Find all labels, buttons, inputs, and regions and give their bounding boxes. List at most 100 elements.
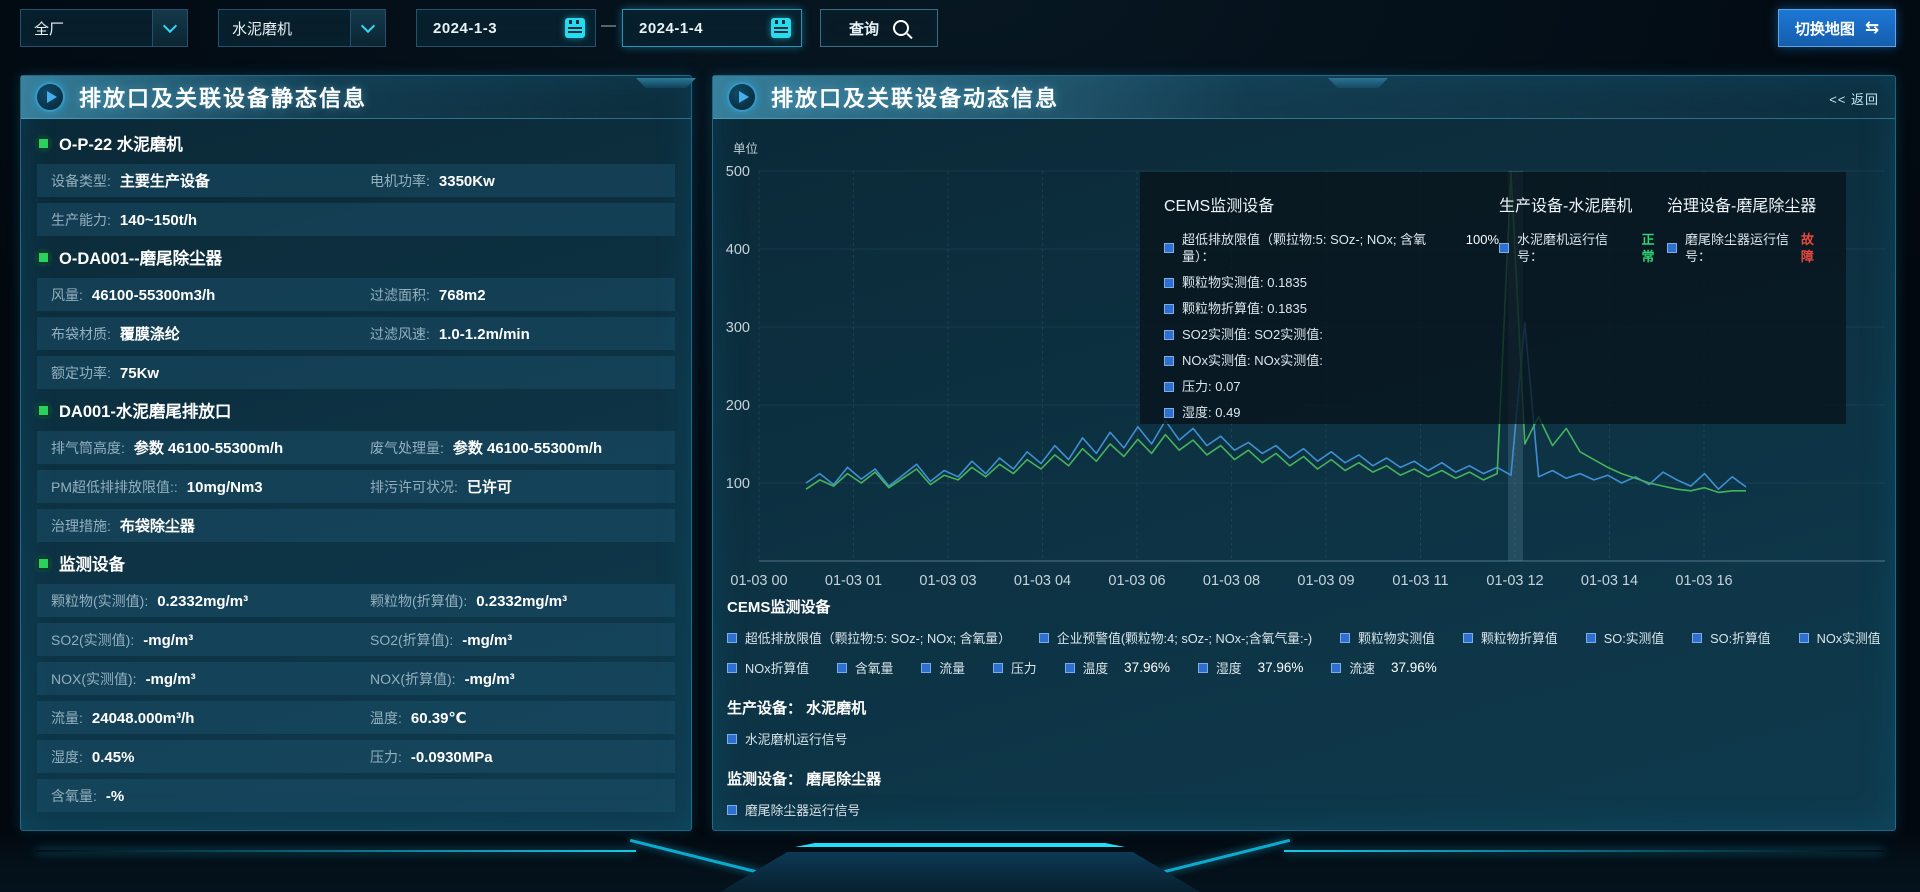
legend-item[interactable]: 湿度 37.96% [1198, 658, 1303, 677]
query-button[interactable]: 查询 [820, 9, 938, 47]
x-tick-label: 01-03 14 [1581, 573, 1638, 589]
legend-marker-icon [727, 663, 737, 673]
start-date-input[interactable]: 2024-1-3 [416, 9, 596, 47]
field-value: 布袋除尘器 [120, 515, 195, 536]
field: 流量:24048.000m³/h [37, 708, 356, 728]
tooltip-item-value: 100% [1466, 231, 1499, 248]
tooltip-treat-item: 磨尾除尘器运行信号： 故障 [1667, 231, 1822, 265]
legend-item[interactable]: 流速37.96% [1331, 658, 1436, 677]
legend-item[interactable]: 颗粒物实测值 [1340, 628, 1435, 647]
legend-item[interactable]: 磨尾除尘器运行信号 [727, 800, 860, 819]
field: 颗粒物(实测值):0.2332mg/m³ [37, 591, 356, 611]
field-label: 设备类型: [51, 171, 111, 191]
legend-item-label: 企业预警值(颗粒物:4; sOz-; NOx-;含氧气量:-) [1057, 628, 1312, 647]
legend-item[interactable]: 水泥磨机运行信号 [727, 729, 847, 748]
field: 废气处理量:参数 46100-55300m/h [356, 437, 675, 458]
field-row: 湿度:0.45%压力:-0.0930MPa [37, 740, 675, 773]
field: 设备类型: 主要生产设备 [37, 170, 356, 191]
legend-item-label: 温度 [1083, 658, 1109, 677]
tooltip-item-label: 湿度: 0.49 [1182, 404, 1241, 421]
y-tick-label: 200 [726, 398, 750, 414]
section-bullet-icon [39, 559, 48, 568]
legend-item[interactable]: SO:实测值 [1586, 628, 1664, 647]
legend-item-label: NOx折算值 [745, 658, 809, 677]
field-label: 流量: [51, 708, 83, 728]
legend-item-label: 湿度 [1216, 658, 1242, 677]
field: 排气筒高度: 参数 46100-55300m/h [37, 437, 356, 458]
legend-marker-icon [1667, 243, 1677, 253]
legend-row-mon: 磨尾除尘器运行信号 [727, 800, 1881, 819]
section-title-text: O-P-22 水泥磨机 [59, 131, 183, 155]
tooltip-cems-column: CEMS监测设备 超低排放限值（颗拉物:5: SOz-; NOx; 含氧量）：1… [1164, 192, 1499, 404]
legend-item[interactable]: SO:折算值 [1692, 628, 1770, 647]
search-icon [893, 20, 909, 36]
field-label: 生产能力: [51, 210, 111, 230]
field-row: 设备类型:主要生产设备电机功率:3350Kw [37, 164, 675, 197]
legend-row-2: NOx折算值 含氧量 流量 压力 温度37.96% 湿度 37.96% 流速37.96% [727, 658, 1881, 677]
field-row: 含氧量:-% [37, 779, 675, 812]
field: 颗粒物(折算值):0.2332mg/m³ [356, 591, 675, 611]
tooltip-treat-status: 故障 [1801, 231, 1822, 265]
legend-item[interactable]: 颗粒物折算值 [1463, 628, 1558, 647]
legend-item[interactable]: 企业预警值(颗粒物:4; sOz-; NOx-;含氧气量:-) [1039, 628, 1312, 647]
x-tick-label: 01-03 04 [1014, 573, 1071, 589]
field-value: 768m2 [439, 287, 486, 304]
field-row: 治理措施:布袋除尘器 [37, 509, 675, 542]
field-value: 46100-55300m3/h [92, 287, 215, 304]
legend-item-label: SO:折算值 [1710, 628, 1770, 647]
field-value: 参数 46100-55300m/h [134, 437, 283, 458]
y-tick-label: 500 [726, 164, 750, 180]
app-root: 全厂 水泥磨机 2024-1-3 — 2024-1-4 查询 切换地图 ⇆ [0, 0, 1920, 892]
section-bullet-icon [39, 406, 48, 415]
field-value: 10mg/Nm3 [187, 479, 263, 496]
field-label: 含氧量: [51, 786, 97, 806]
field-label: NOX(折算值): [370, 669, 456, 689]
field-value: -mg/m³ [465, 671, 515, 688]
legend-item-value: 37.96% [1258, 660, 1304, 675]
chevron-down-icon [152, 10, 187, 46]
switch-map-label: 切换地图 [1795, 18, 1855, 39]
legend-item[interactable]: NOx折算值 [727, 658, 809, 677]
legend-item[interactable]: 流量 [921, 658, 965, 677]
plant-select-value: 全厂 [34, 18, 64, 39]
legend-marker-icon [727, 734, 737, 744]
footer-glow-line [36, 850, 636, 852]
field-value: -mg/m³ [146, 671, 196, 688]
field-label: SO2(实测值): [51, 630, 134, 650]
legend-item[interactable]: 压力 [993, 658, 1037, 677]
field: 额定功率:75Kw [37, 363, 356, 383]
y-tick-label: 100 [726, 476, 750, 492]
field-label: 颗粒物(实测值): [51, 591, 148, 611]
switch-map-button[interactable]: 切换地图 ⇆ [1778, 9, 1896, 47]
legend-item-label: 压力 [1011, 658, 1037, 677]
legend-item-label: 颗粒物实测值 [1358, 628, 1435, 647]
field-row: 生产能力:140~150t/h [37, 203, 675, 236]
field: NOX(折算值): -mg/m³ [356, 669, 675, 689]
field-label: 额定功率: [51, 363, 111, 383]
field-label: 电机功率: [370, 171, 430, 191]
legend-item[interactable]: 超低排放限值（颗拉物:5: SOz-; NOx; 含氧量） [727, 628, 1011, 647]
legend-marker-icon [1164, 243, 1174, 253]
field-value: -mg/m³ [143, 632, 193, 649]
x-tick-label: 01-03 08 [1203, 573, 1260, 589]
legend-item[interactable]: 温度37.96% [1065, 658, 1170, 677]
field-value: 0.2332mg/m³ [476, 593, 567, 610]
field-value: 主要生产设备 [120, 170, 210, 191]
field-label: 排气筒高度: [51, 438, 125, 458]
plant-select[interactable]: 全厂 [20, 9, 188, 47]
field-value: 0.45% [92, 749, 135, 766]
field-label: 过滤风速: [370, 324, 430, 344]
back-link[interactable]: << 返回 [1829, 89, 1879, 108]
legend-item[interactable]: NOx实测值 [1799, 628, 1881, 647]
dynamic-chart[interactable]: 单位 10020030040050001-03 0001-03 0101-03 … [725, 132, 1889, 594]
field-value: -mg/m³ [462, 632, 512, 649]
device-select[interactable]: 水泥磨机 [218, 9, 386, 47]
legend-cems-title: CEMS监测设备 [727, 596, 1881, 617]
field: 风量:46100-55300m3/h [37, 285, 356, 305]
legend-marker-icon [1164, 382, 1174, 392]
field-label: 压力: [370, 747, 402, 767]
legend-item[interactable]: 含氧量 [837, 658, 893, 677]
end-date-input[interactable]: 2024-1-4 [622, 9, 802, 47]
legend-marker-icon [1340, 633, 1350, 643]
start-date-value: 2024-1-3 [433, 20, 497, 37]
